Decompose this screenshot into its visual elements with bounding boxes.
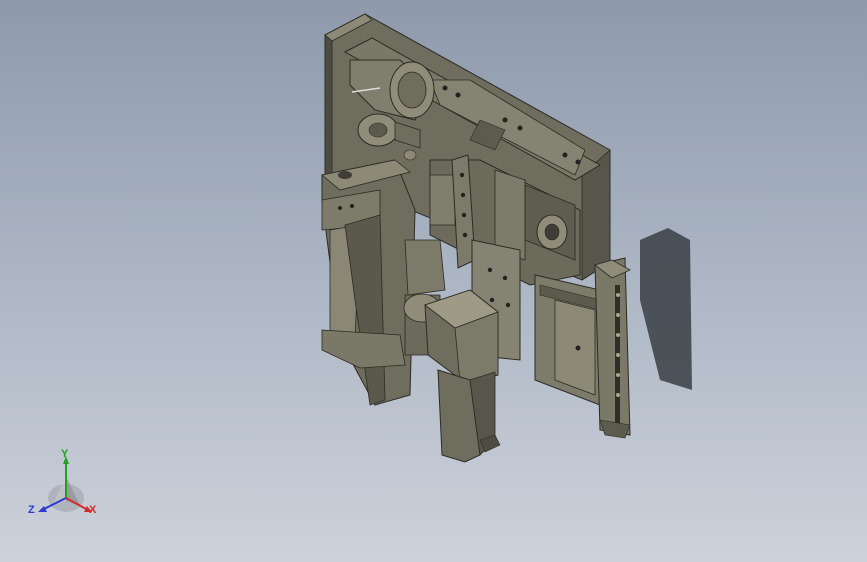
left-column[interactable] <box>321 159 416 406</box>
axis-triad: Y Z X <box>22 446 112 526</box>
assembly-model[interactable] <box>0 0 867 562</box>
z-axis-label: Z <box>28 504 35 516</box>
y-axis-label: Y <box>61 448 69 460</box>
x-axis-label: X <box>89 504 97 516</box>
cad-viewport[interactable]: Y Z X <box>0 0 867 562</box>
right-rail[interactable] <box>594 257 631 439</box>
model-shadow <box>640 228 692 390</box>
right-carriage[interactable] <box>534 274 601 406</box>
gear-motor[interactable] <box>424 289 501 463</box>
